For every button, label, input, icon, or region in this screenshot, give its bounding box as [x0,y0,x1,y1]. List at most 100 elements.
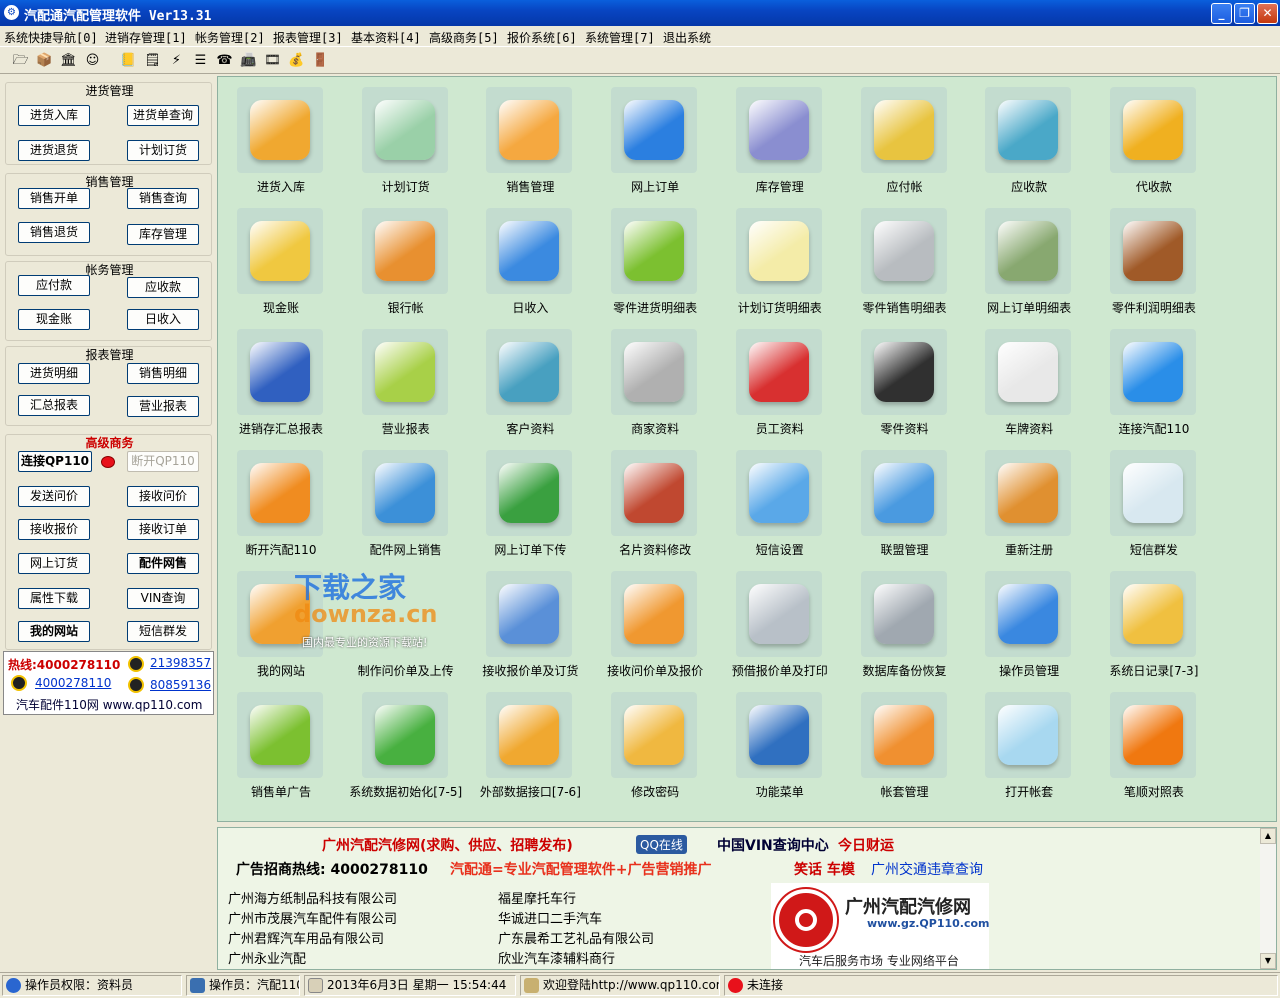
grid-item-28[interactable]: 名片资料修改 [593,442,717,562]
grid-item-27[interactable]: 网上订单下传 [468,442,592,562]
company-link[interactable]: 广东晨希工艺礼品有限公司 [498,928,654,947]
grid-item-34[interactable]: 制作问价单及上传 [344,563,468,683]
ad-link-fortune[interactable]: 今日财运 [838,835,894,855]
grid-item-15[interactable]: 网上订单明细表 [967,200,1091,320]
ad-link-gz-parts[interactable]: 广州汽配汽修网(求购、供应、招聘发布) [322,835,573,855]
grid-item-47[interactable]: 打开帐套 [967,684,1091,804]
menu-inventory[interactable]: 进销存管理[1] [105,29,187,46]
receive-quote-button[interactable]: 接收报价 [18,519,90,540]
phone-book-icon[interactable]: 📒 [120,52,137,69]
grid-item-22[interactable]: 零件资料 [843,321,967,441]
connect-qp110-button[interactable]: 连接QP110 [18,451,92,472]
smiley-icon[interactable]: ☺ [84,52,101,69]
grid-item-5[interactable]: 库存管理 [718,79,842,199]
grid-item-18[interactable]: 营业报表 [344,321,468,441]
grid-item-48[interactable]: 笔顺对照表 [1092,684,1216,804]
grid-item-29[interactable]: 短信设置 [718,442,842,562]
receive-inquiry-button[interactable]: 接收问价 [127,486,199,507]
scroll-down-icon[interactable]: ▼ [1260,953,1276,969]
close-button[interactable]: ✕ [1257,3,1278,24]
grid-item-16[interactable]: 零件利润明细表 [1092,200,1216,320]
grid-item-12[interactable]: 零件进货明细表 [593,200,717,320]
receive-order-button[interactable]: 接收订单 [127,519,199,540]
telephone-icon[interactable]: ☎ [216,52,233,69]
grid-item-1[interactable]: 进货入库 [219,79,343,199]
purchase-return-button[interactable]: 进货退货 [18,140,90,161]
sales-query-button[interactable]: 销售查询 [127,188,199,209]
ad-scrollbar[interactable]: ▲ ▼ [1260,828,1276,969]
daily-income-button[interactable]: 日收入 [127,309,199,330]
grid-item-30[interactable]: 联盟管理 [843,442,967,562]
money-bag-icon[interactable]: 💰 [288,52,305,69]
grid-item-42[interactable]: 系统数据初始化[7-5] [344,684,468,804]
company-link[interactable]: 广州永业汽配 [228,948,306,967]
stock-button[interactable]: 库存管理 [127,224,199,245]
grid-item-25[interactable]: 断开汽配110 [219,442,343,562]
grid-item-17[interactable]: 进销存汇总报表 [219,321,343,441]
spring-icon[interactable]: ⚡ [168,52,185,69]
disconnect-qp110-button[interactable]: 断开QP110 [127,451,199,472]
grid-item-7[interactable]: 应收款 [967,79,1091,199]
menu-nav[interactable]: 系统快捷导航[0] [4,29,98,46]
grid-item-14[interactable]: 零件销售明细表 [843,200,967,320]
grid-item-46[interactable]: 帐套管理 [843,684,967,804]
attribute-download-button[interactable]: 属性下载 [18,588,90,609]
grid-item-40[interactable]: 系统日记录[7-3] [1092,563,1216,683]
notepad-icon[interactable]: 🗒 [144,52,161,69]
grid-item-43[interactable]: 外部数据接口[7-6] [468,684,592,804]
grid-item-13[interactable]: 计划订货明细表 [718,200,842,320]
purchase-in-button[interactable]: 进货入库 [18,105,90,126]
ad-banner[interactable]: 广州汽配汽修网 www.gz.QP110.com 汽车后服务市场 专业网络平台 [771,883,990,969]
grid-item-39[interactable]: 操作员管理 [967,563,1091,683]
grid-item-44[interactable]: 修改密码 [593,684,717,804]
fax-icon[interactable]: 📠 [240,52,257,69]
online-order-button[interactable]: 网上订货 [18,553,90,574]
sms-broadcast-button[interactable]: 短信群发 [127,621,199,642]
grid-item-6[interactable]: 应付帐 [843,79,967,199]
grid-item-38[interactable]: 数据库备份恢复 [843,563,967,683]
sales-return-button[interactable]: 销售退货 [18,222,90,243]
ad-slogan[interactable]: 汽配通=专业汽配管理软件+广告营销推广 [450,859,711,879]
qq-link-2[interactable]: 4000278110 [35,676,111,690]
company-link[interactable]: 广州君辉汽车用品有限公司 [228,928,384,947]
company-link[interactable]: 广州海方纸制品科技有限公司 [228,888,397,907]
send-inquiry-button[interactable]: 发送问价 [18,486,90,507]
grid-item-20[interactable]: 商家资料 [593,321,717,441]
vin-query-button[interactable]: VIN查询 [127,588,199,609]
minimize-button[interactable]: _ [1211,3,1232,24]
qq-link-3[interactable]: 80859136 [150,678,211,692]
company-link[interactable]: 广州市茂展汽车配件有限公司 [228,908,397,927]
purchase-detail-button[interactable]: 进货明细 [18,363,90,384]
grid-item-32[interactable]: 短信群发 [1092,442,1216,562]
grid-item-36[interactable]: 接收问价单及报价 [593,563,717,683]
receivable-button[interactable]: 应收款 [127,277,199,298]
menu-basic-data[interactable]: 基本资料[4] [351,29,421,46]
summary-report-button[interactable]: 汇总报表 [18,395,90,416]
company-link[interactable]: 福星摩托车行 [498,888,576,907]
grid-item-33[interactable]: 我的网站 [219,563,343,683]
bank-icon[interactable]: 🏛 [60,52,77,69]
my-website-button[interactable]: 我的网站 [18,621,90,642]
menu-system[interactable]: 系统管理[7] [585,29,655,46]
grid-item-8[interactable]: 代收款 [1092,79,1216,199]
grid-item-24[interactable]: 连接汽配110 [1092,321,1216,441]
grid-item-35[interactable]: 接收报价单及订货 [468,563,592,683]
open-folder-icon[interactable]: 🗁 [12,52,29,69]
payable-button[interactable]: 应付款 [18,275,90,296]
grid-item-19[interactable]: 客户资料 [468,321,592,441]
company-link[interactable]: 华诚进口二手汽车 [498,908,602,927]
qq-link-1[interactable]: 21398357 [150,656,211,670]
cash-button[interactable]: 现金账 [18,309,90,330]
document-list-icon[interactable]: ☰ [192,52,209,69]
grid-item-41[interactable]: 销售单广告 [219,684,343,804]
package-icon[interactable]: 📦 [36,52,53,69]
grid-item-45[interactable]: 功能菜单 [718,684,842,804]
grid-item-31[interactable]: 重新注册 [967,442,1091,562]
scroll-up-icon[interactable]: ▲ [1260,828,1276,844]
menu-reports[interactable]: 报表管理[3] [273,29,343,46]
grid-item-21[interactable]: 员工资料 [718,321,842,441]
company-link[interactable]: 欣业汽车漆辅料商行 [498,948,615,967]
ad-link-vin[interactable]: 中国VIN查询中心 [717,835,829,855]
grid-item-11[interactable]: 日收入 [468,200,592,320]
maximize-button[interactable]: ❐ [1234,3,1255,24]
